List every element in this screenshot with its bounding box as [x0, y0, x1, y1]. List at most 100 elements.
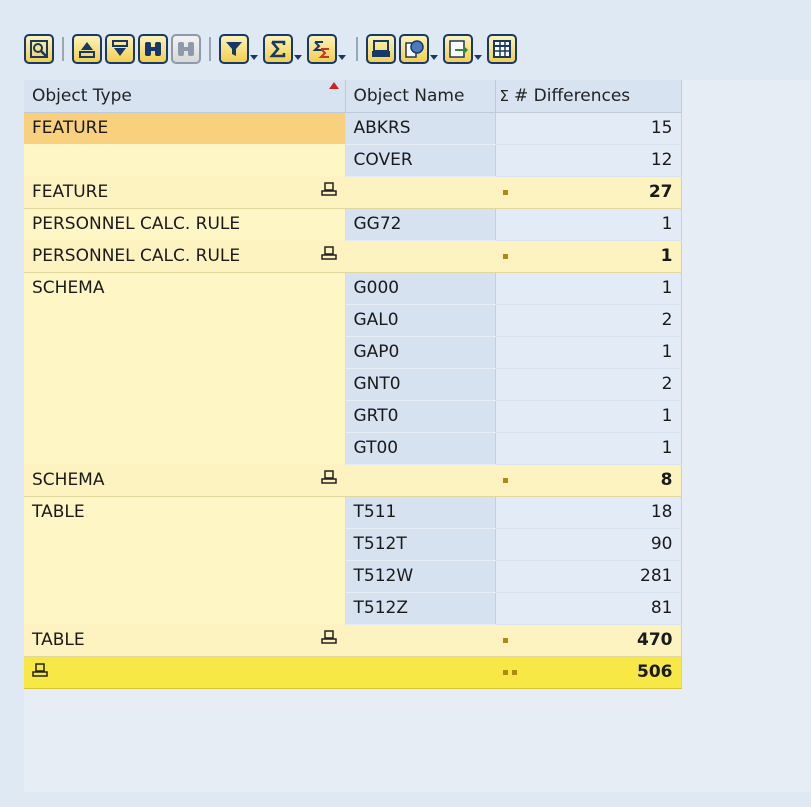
cell-object-name[interactable]: ABKRS	[345, 112, 496, 145]
table-row[interactable]: FEATURE ABKRS 15	[24, 112, 682, 145]
cell-object-type[interactable]: TABLE	[24, 624, 345, 657]
cell-differences[interactable]: 1	[495, 272, 682, 305]
cell-differences[interactable]: 1	[495, 240, 682, 273]
cell-object-name[interactable]	[345, 176, 495, 209]
cell-differences[interactable]: 90	[495, 528, 682, 561]
table-row[interactable]: GAP0 1	[24, 336, 682, 369]
cell-object-name[interactable]: GRT0	[345, 400, 496, 433]
cell-object-name[interactable]	[345, 240, 495, 273]
cell-object-type[interactable]	[24, 592, 346, 624]
cell-differences[interactable]: 1	[495, 336, 682, 369]
cell-differences[interactable]: 1	[495, 432, 682, 465]
set-filter-button[interactable]	[219, 34, 249, 64]
total-button[interactable]	[263, 34, 293, 64]
cell-object-type[interactable]	[24, 432, 346, 464]
cell-differences[interactable]: 2	[495, 304, 682, 337]
cell-object-type[interactable]: PERSONNEL CALC. RULE	[24, 208, 346, 240]
cell-object-type[interactable]	[24, 400, 346, 432]
cell-object-name[interactable]: GAL0	[345, 304, 496, 337]
subtotals-button[interactable]	[307, 34, 337, 64]
table-row[interactable]: GNT0 2	[24, 368, 682, 401]
cell-differences[interactable]: 18	[495, 496, 682, 529]
column-header-label: Object Name	[353, 85, 465, 106]
total-row[interactable]: 506	[24, 656, 682, 689]
subtotal-icon[interactable]	[321, 629, 337, 650]
cell-differences[interactable]: 8	[495, 464, 682, 497]
find-button[interactable]	[138, 34, 168, 64]
subtotal-icon[interactable]	[321, 469, 337, 490]
cell-object-type[interactable]	[24, 304, 346, 336]
cell-object-name[interactable]	[345, 464, 495, 497]
subtotal-row[interactable]: TABLE 470	[24, 624, 682, 657]
total-dropdown-arrow-icon[interactable]	[293, 34, 303, 64]
cell-object-name[interactable]: COVER	[345, 144, 496, 177]
cell-object-name[interactable]: GG72	[345, 208, 496, 241]
cell-differences[interactable]: 1	[495, 400, 682, 433]
set-filter-dropdown-arrow-icon[interactable]	[249, 34, 259, 64]
cell-text: FEATURE	[32, 181, 109, 202]
column-header-differences[interactable]: Σ # Differences	[495, 80, 682, 113]
cell-object-type[interactable]	[24, 528, 346, 560]
cell-differences[interactable]: 470	[495, 624, 682, 657]
cell-object-name[interactable]: T512Z	[345, 592, 496, 625]
cell-differences[interactable]: 1	[495, 208, 682, 241]
sort-ascending-button[interactable]	[72, 34, 102, 64]
subtotal-row[interactable]: FEATURE 27	[24, 176, 682, 209]
cell-object-name[interactable]: T512T	[345, 528, 496, 561]
table-row[interactable]: T512T 90	[24, 528, 682, 561]
cell-object-name[interactable]: G000	[345, 272, 496, 305]
cell-object-name[interactable]: GT00	[345, 432, 496, 465]
subtotal-icon[interactable]	[321, 245, 337, 266]
subtotals-dropdown-arrow-icon[interactable]	[337, 34, 347, 64]
export-button[interactable]	[443, 34, 473, 64]
cell-object-name[interactable]: T512W	[345, 560, 496, 593]
column-header-object-type[interactable]: Object Type	[24, 80, 346, 113]
cell-differences[interactable]: 281	[495, 560, 682, 593]
cell-object-name[interactable]: GAP0	[345, 336, 496, 369]
cell-differences[interactable]: 2	[495, 368, 682, 401]
cell-object-type[interactable]: SCHEMA	[24, 464, 345, 497]
cell-object-type[interactable]: FEATURE	[24, 176, 345, 209]
export-dropdown-arrow-icon[interactable]	[473, 34, 483, 64]
print-preview-button[interactable]	[366, 34, 396, 64]
column-header-object-name[interactable]: Object Name	[345, 80, 496, 113]
cell-object-type[interactable]: SCHEMA	[24, 272, 346, 304]
cell-text: PERSONNEL CALC. RULE	[32, 214, 241, 235]
subtotal-row[interactable]: SCHEMA 8	[24, 464, 682, 497]
cell-differences[interactable]: 506	[495, 656, 682, 689]
total-sum-icon[interactable]	[32, 662, 48, 683]
cell-object-name[interactable]: T511	[345, 496, 496, 529]
cell-differences[interactable]: 15	[495, 112, 682, 145]
views-dropdown-arrow-icon[interactable]	[429, 34, 439, 64]
details-button[interactable]	[24, 34, 54, 64]
table-row[interactable]: GT00 1	[24, 432, 682, 465]
table-row[interactable]: COVER 12	[24, 144, 682, 177]
sort-descending-button[interactable]	[105, 34, 135, 64]
cell-differences[interactable]: 81	[495, 592, 682, 625]
cell-object-name[interactable]: GNT0	[345, 368, 496, 401]
cell-object-type[interactable]: PERSONNEL CALC. RULE	[24, 240, 345, 273]
cell-object-type[interactable]: TABLE	[24, 496, 346, 528]
cell-object-type[interactable]: FEATURE	[24, 112, 346, 144]
cell-object-type[interactable]	[24, 144, 346, 176]
cell-object-name[interactable]	[345, 656, 495, 689]
table-row[interactable]: TABLE T511 18	[24, 496, 682, 529]
cell-object-type[interactable]	[24, 368, 346, 400]
cell-object-name[interactable]	[345, 624, 495, 657]
cell-text: T512Z	[353, 598, 408, 618]
cell-object-type[interactable]	[24, 336, 346, 368]
subtotal-row[interactable]: PERSONNEL CALC. RULE 1	[24, 240, 682, 273]
table-row[interactable]: GAL0 2	[24, 304, 682, 337]
table-row[interactable]: SCHEMA G000 1	[24, 272, 682, 305]
table-row[interactable]: T512W 281	[24, 560, 682, 593]
table-row[interactable]: T512Z 81	[24, 592, 682, 625]
cell-object-type[interactable]	[24, 656, 345, 689]
table-row[interactable]: PERSONNEL CALC. RULE GG72 1	[24, 208, 682, 241]
cell-differences[interactable]: 27	[495, 176, 682, 209]
layout-button[interactable]	[487, 34, 517, 64]
subtotal-icon[interactable]	[321, 181, 337, 202]
views-button[interactable]	[399, 34, 429, 64]
cell-object-type[interactable]	[24, 560, 346, 592]
cell-differences[interactable]: 12	[495, 144, 682, 177]
table-row[interactable]: GRT0 1	[24, 400, 682, 433]
